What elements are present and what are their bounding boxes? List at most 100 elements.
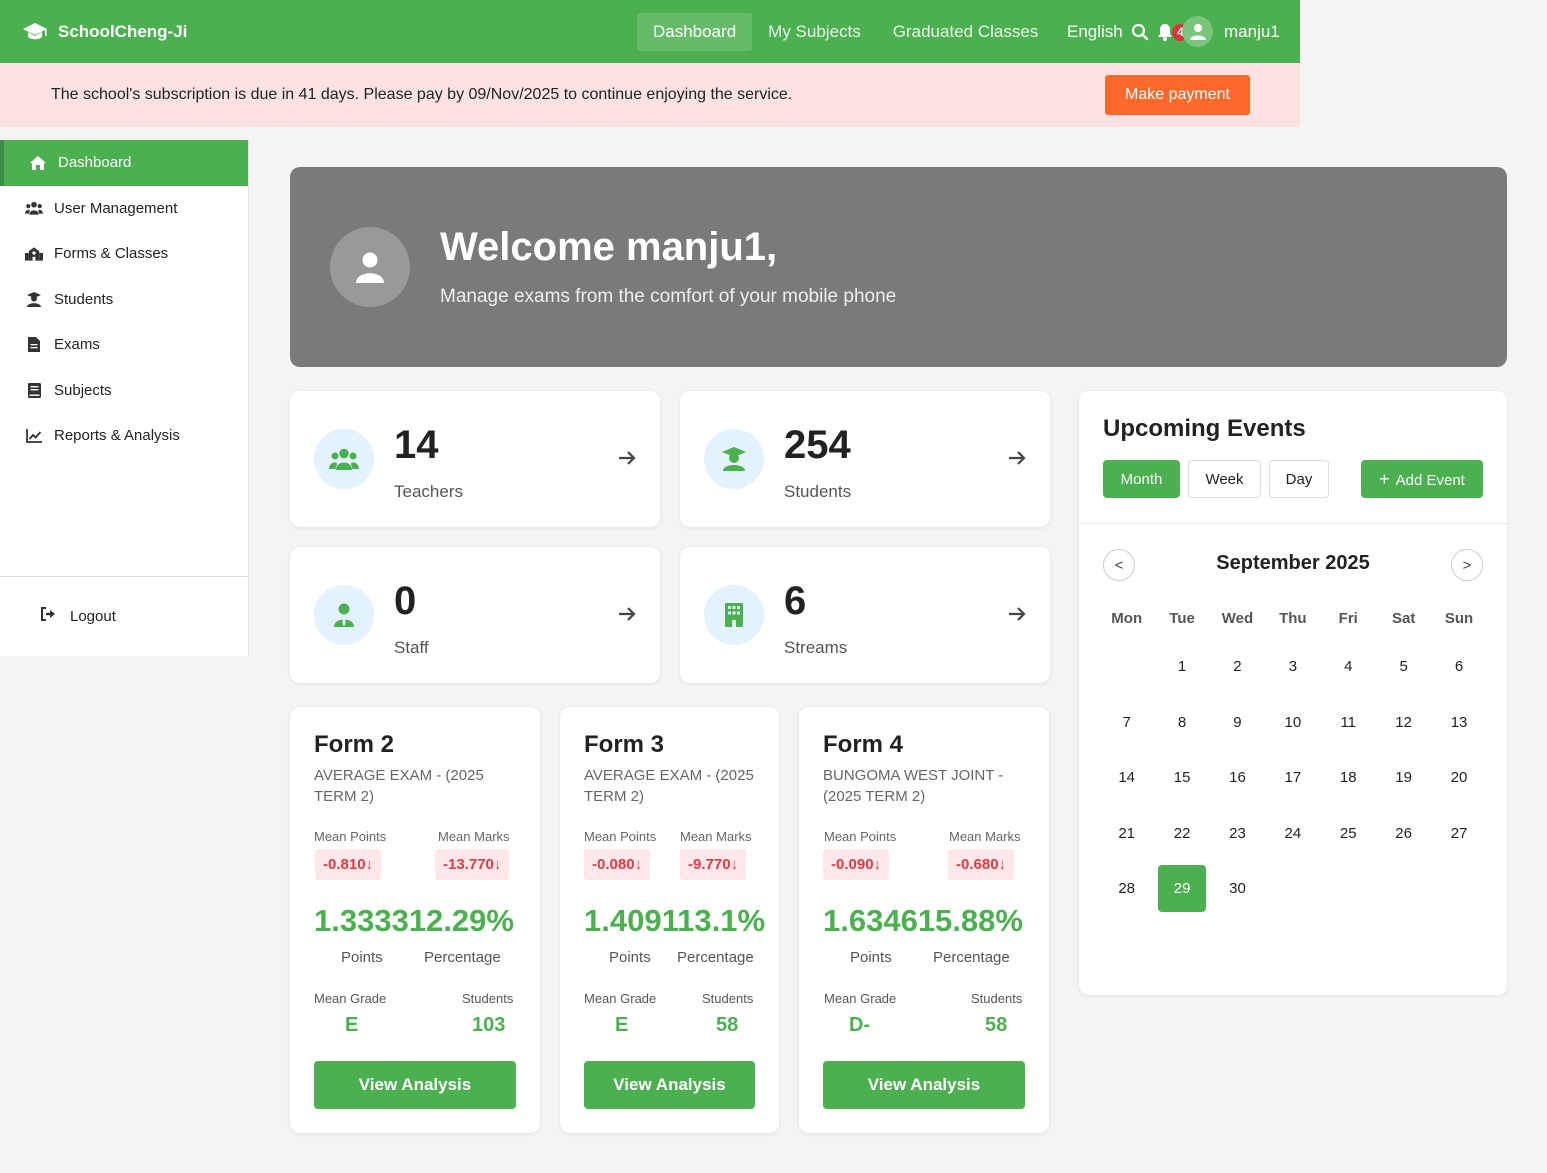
mean-marks-change: -9.770↓ (680, 849, 747, 880)
brand[interactable]: SchoolCheng-Ji (22, 22, 187, 42)
stat-card-teachers[interactable]: 14 Teachers (290, 391, 660, 527)
sidebar-item-label: Forms & Classes (54, 245, 169, 263)
points-percentage-value: 1.409113.1% (584, 903, 766, 938)
add-event-button[interactable]: + Add Event (1361, 460, 1483, 498)
stat-card-students[interactable]: 254 Students (680, 391, 1050, 527)
calendar-day[interactable]: 14 (1099, 750, 1154, 806)
view-day-button[interactable]: Day (1269, 460, 1329, 498)
form-title: Form 3 (584, 731, 665, 758)
calendar-day[interactable]: 1 (1154, 639, 1209, 695)
calendar-day[interactable]: 3 (1265, 639, 1320, 695)
calendar-day[interactable]: 17 (1265, 750, 1320, 806)
search-icon[interactable] (1131, 23, 1149, 41)
form-card-form-4: Form 4 BUNGOMA WEST JOINT - (2025 TERM 2… (799, 707, 1049, 1133)
arrow-right-icon[interactable] (1007, 604, 1027, 624)
view-month-button[interactable]: Month (1103, 460, 1180, 498)
calendar-day[interactable]: 8 (1154, 695, 1209, 751)
sidebar-item-dashboard[interactable]: Dashboard (0, 140, 248, 186)
calendar-day-number (1380, 865, 1428, 912)
mean-grade-value: E (615, 1014, 629, 1036)
bell-icon[interactable] (1157, 23, 1173, 41)
calendar-day[interactable]: 25 (1321, 806, 1376, 862)
logout-icon (40, 607, 57, 625)
calendar-day[interactable]: 22 (1154, 806, 1209, 862)
calendar-day[interactable]: 2 (1210, 639, 1265, 695)
sidebar-item-students[interactable]: Students (0, 277, 248, 323)
calendar-day-number: 14 (1118, 769, 1136, 787)
calendar-day[interactable]: 23 (1210, 806, 1265, 862)
calendar-day-empty (1431, 861, 1486, 917)
sidebar-divider (0, 576, 249, 577)
arrow-right-icon[interactable] (617, 604, 637, 624)
arrow-right-icon[interactable] (1007, 448, 1027, 468)
students-label: Students (702, 991, 754, 1006)
nav-dashboard[interactable]: Dashboard (637, 13, 753, 51)
calendar-day[interactable]: 20 (1431, 750, 1486, 806)
nav-graduated-classes[interactable]: Graduated Classes (877, 13, 1055, 51)
make-payment-button[interactable]: Make payment (1105, 75, 1250, 115)
exam-name: AVERAGE EXAM - (2025 TERM 2) (584, 767, 754, 805)
calendar-day[interactable]: 21 (1099, 806, 1154, 862)
calendar-day[interactable]: 12 (1376, 695, 1431, 751)
calendar-day-number: 27 (1450, 824, 1468, 842)
mean-points-label: Mean Points (824, 829, 897, 844)
calendar-day-number: 7 (1122, 713, 1131, 731)
view-analysis-button[interactable]: View Analysis (314, 1061, 516, 1109)
username[interactable]: manju1 (1224, 22, 1280, 42)
calendar-day[interactable]: 7 (1099, 695, 1154, 751)
chart-line-icon (25, 428, 43, 443)
calendar-day[interactable]: 5 (1376, 639, 1431, 695)
language-selector[interactable]: English (1067, 22, 1123, 42)
percentage-label: Percentage (424, 949, 501, 966)
calendar-day-empty (1321, 861, 1376, 917)
calendar-day-number: 3 (1288, 658, 1298, 676)
sidebar-item-user-management[interactable]: User Management (0, 186, 248, 232)
calendar-day[interactable]: 13 (1431, 695, 1486, 751)
view-analysis-button[interactable]: View Analysis (823, 1061, 1025, 1109)
school-icon (25, 246, 43, 261)
calendar-day[interactable]: 4 (1321, 639, 1376, 695)
calendar-day[interactable]: 9 (1210, 695, 1265, 751)
view-week-button[interactable]: Week (1188, 460, 1261, 498)
calendar-day[interactable]: 27 (1431, 806, 1486, 862)
sidebar: Dashboard User Management Forms & Classe… (0, 140, 249, 656)
calendar-day[interactable]: 15 (1154, 750, 1209, 806)
calendar-day-number: 8 (1177, 713, 1187, 731)
sidebar-item-reports-analysis[interactable]: Reports & Analysis (0, 413, 248, 459)
next-month-button[interactable]: > (1451, 549, 1483, 581)
calendar-day[interactable]: 24 (1265, 806, 1320, 862)
calendar-day[interactable]: 18 (1321, 750, 1376, 806)
calendar-day[interactable]: 19 (1376, 750, 1431, 806)
mean-points-label: Mean Points (584, 829, 657, 844)
sidebar-item-exams[interactable]: Exams (0, 322, 248, 368)
calendar-day-number (1269, 865, 1317, 912)
calendar-day[interactable]: 11 (1321, 695, 1376, 751)
arrow-right-icon[interactable] (617, 448, 637, 468)
sidebar-item-forms-classes[interactable]: Forms & Classes (0, 231, 248, 277)
student-icon (25, 291, 43, 307)
calendar-day-number: 21 (1118, 824, 1136, 842)
sidebar-item-subjects[interactable]: Subjects (0, 368, 248, 414)
calendar-day-number: 9 (1233, 713, 1242, 731)
calendar-day[interactable]: 26 (1376, 806, 1431, 862)
calendar-day[interactable]: 16 (1210, 750, 1265, 806)
calendar-day-number: 11 (1340, 713, 1357, 731)
calendar-day[interactable]: 6 (1431, 639, 1486, 695)
stat-label: Teachers (394, 482, 463, 501)
nav-my-subjects[interactable]: My Subjects (752, 13, 877, 51)
view-analysis-button[interactable]: View Analysis (584, 1061, 755, 1109)
plus-icon: + (1379, 468, 1390, 489)
exam-name: BUNGOMA WEST JOINT - (2025 TERM 2) (823, 767, 1004, 805)
subscription-alert: The school's subscription is due in 41 d… (0, 63, 1300, 127)
calendar-day[interactable]: 30 (1210, 861, 1265, 917)
calendar-day-number: 1 (1177, 658, 1187, 676)
stat-card-streams[interactable]: 6 Streams (680, 547, 1050, 683)
mean-grade-label: Mean Grade (824, 991, 897, 1006)
logout-link[interactable]: Logout (40, 607, 116, 625)
calendar-day[interactable]: 10 (1265, 695, 1320, 751)
calendar-day[interactable]: 28 (1099, 861, 1154, 917)
stat-card-staff[interactable]: 0 Staff (290, 547, 660, 683)
calendar-day-today[interactable]: 29 (1154, 861, 1209, 917)
user-avatar[interactable] (1182, 16, 1213, 47)
users-icon (25, 201, 43, 215)
